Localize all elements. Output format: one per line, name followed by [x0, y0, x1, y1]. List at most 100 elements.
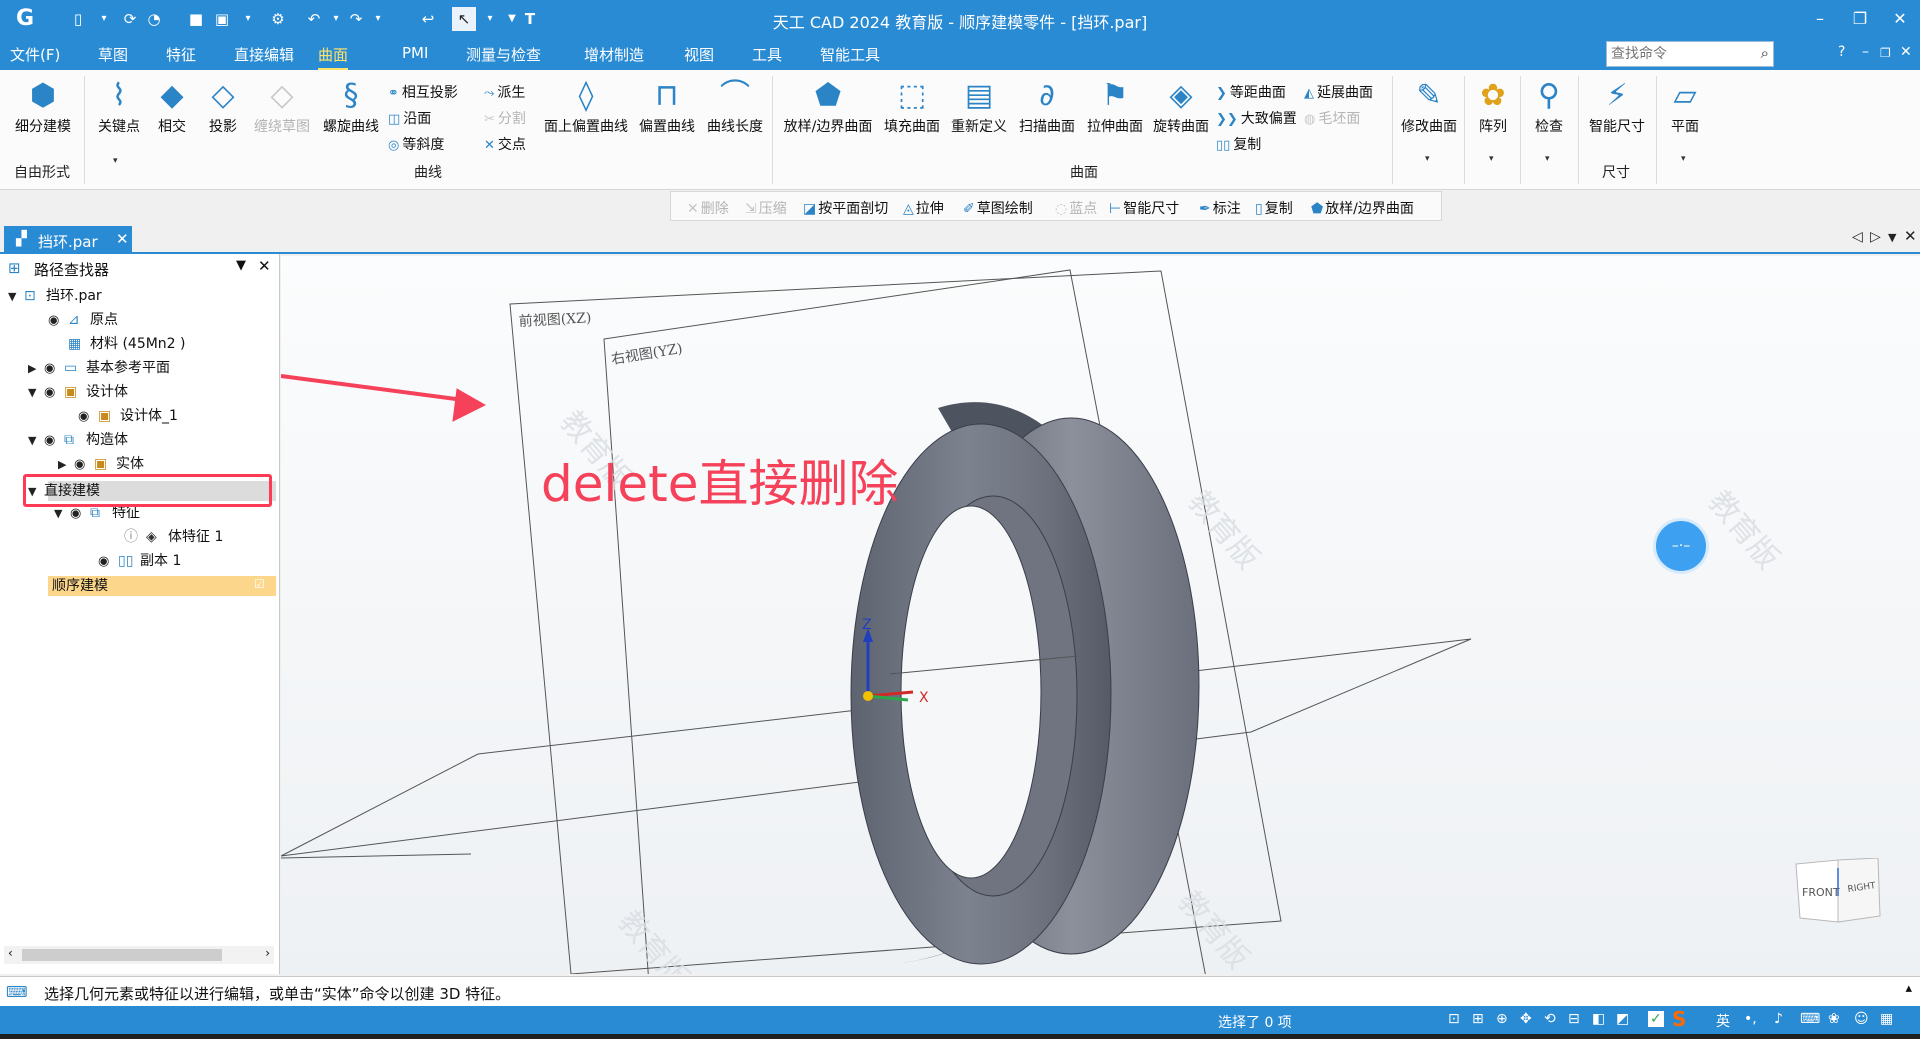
eye-icon[interactable]: ◉ — [78, 406, 98, 428]
close-icon[interactable]: ✕ — [1904, 227, 1917, 245]
chevron-down-icon[interactable]: ▾ — [1489, 154, 1494, 164]
tree-row-design-body[interactable]: ▼ ◉ ▣ 设计体 — [28, 381, 128, 403]
loft-command[interactable]: ⬟ 放样/边界曲面 — [1311, 198, 1414, 218]
intersection-point-button[interactable]: ✕ 交点 — [484, 134, 526, 154]
tree-row-root[interactable]: ▼ ⊡ 挡环.par — [8, 285, 102, 307]
menu-file[interactable]: 文件(F) — [10, 44, 60, 65]
doc-close-button[interactable]: ✕ — [1900, 44, 1912, 60]
smart-dim-command[interactable]: ⊢ 智能尺寸 — [1109, 198, 1179, 218]
view-orient-icon[interactable]: ⊟ — [1568, 1011, 1580, 1027]
menu-view[interactable]: 视图 — [684, 44, 714, 65]
zoom-icon[interactable]: ⊕ — [1496, 1011, 1508, 1027]
tree-row-body-feature[interactable]: ⓘ ◈ 体特征 1 — [124, 526, 223, 548]
eye-icon[interactable]: ◉ — [98, 551, 118, 573]
eye-icon[interactable]: ◉ — [48, 310, 68, 332]
eye-icon[interactable]: ◉ — [44, 358, 64, 380]
grid-icon[interactable]: ▦ — [1880, 1011, 1893, 1027]
close-icon[interactable]: ✕ — [258, 257, 271, 275]
curve-length-button[interactable]: ⌒ 曲线长度 — [702, 76, 768, 136]
keyboard-icon[interactable]: ⌨ — [1800, 1011, 1820, 1027]
doc-restore-button[interactable]: ❐ — [1880, 46, 1891, 60]
cube-front-label[interactable]: FRONT — [1802, 886, 1840, 899]
tree-row-ordered-modeling[interactable]: 顺序建模 — [52, 575, 108, 597]
tab-next-icon[interactable]: ▷ — [1870, 229, 1881, 245]
loft-bounded-button[interactable]: ⬟ 放样/边界曲面 — [778, 76, 878, 136]
copy-command[interactable]: ▯ 复制 — [1255, 198, 1293, 218]
pan-icon[interactable]: ✥ — [1520, 1011, 1532, 1027]
menu-pmi[interactable]: PMI — [402, 44, 428, 62]
prompt-expand-icon[interactable]: ▴ — [1905, 981, 1912, 996]
project-button[interactable]: ◇ 投影 — [200, 76, 246, 136]
sweep-surface-button[interactable]: ∂ 扫描曲面 — [1014, 76, 1080, 136]
isocline-button[interactable]: ◎ 等斜度 — [388, 134, 444, 154]
tree-row-solid[interactable]: ▶ ◉ ▣ 实体 — [58, 453, 144, 475]
plane-button[interactable]: ▱ 平面 — [1660, 76, 1710, 136]
menu-smart-tools[interactable]: 智能工具 — [820, 44, 880, 65]
chevron-down-icon[interactable]: ▾ — [1425, 154, 1430, 164]
expand-icon[interactable]: ▶ — [28, 358, 44, 380]
keypoint-curve-button[interactable]: ⌇ 关键点 — [88, 76, 150, 136]
menu-surface[interactable]: 曲面 — [318, 44, 349, 70]
derive-button[interactable]: ⤳ 派生 — [484, 82, 525, 102]
refine-modeling-button[interactable]: ⬢ 细分建模 — [6, 76, 80, 136]
wrap-sketch-button[interactable]: ◇ 缠绕草图 — [250, 76, 314, 136]
zoom-fit-icon[interactable]: ⊡ — [1448, 1011, 1460, 1027]
punctuation-icon[interactable]: •, — [1744, 1011, 1757, 1027]
display-style-icon[interactable]: ◧ — [1592, 1011, 1605, 1027]
ribbon-minimize-button[interactable]: – — [1862, 44, 1869, 60]
rough-offset-button[interactable]: ❯❯ 大致偏置 — [1216, 108, 1297, 128]
menu-additive[interactable]: 增材制造 — [584, 44, 644, 65]
eye-icon[interactable]: ◉ — [44, 382, 64, 404]
tab-prev-icon[interactable]: ◁ — [1852, 229, 1863, 245]
extrude-command[interactable]: ◬ 拉伸 — [903, 198, 944, 218]
offset-curve-button[interactable]: ⊓ 偏置曲线 — [634, 76, 700, 136]
sketch-command[interactable]: ✐ 草图绘制 — [963, 198, 1033, 218]
close-tab-icon[interactable]: ✕ — [116, 230, 129, 248]
close-button[interactable]: ✕ — [1880, 5, 1920, 33]
helix-curve-button[interactable]: § 螺旋曲线 — [318, 76, 384, 136]
search-input[interactable] — [1609, 44, 1749, 64]
compress-command[interactable]: ⇲ 压缩 — [745, 198, 787, 218]
document-tab[interactable]: ▞ 挡环.par ✕ — [4, 226, 132, 254]
tree-row-material[interactable]: ▦ 材料 (45Mn2 ) — [68, 333, 186, 355]
tree-row-design-body-1[interactable]: ◉ ▣ 设计体_1 — [78, 405, 178, 427]
chat-icon[interactable]: ☺ — [1854, 1011, 1869, 1027]
expand-icon[interactable]: ▶ — [58, 454, 74, 476]
ordered-check-icon[interactable]: ☑ — [254, 577, 265, 591]
collapse-icon[interactable]: ▼ — [28, 382, 44, 404]
annotate-command[interactable]: ✒ 标注 — [1199, 198, 1241, 218]
redefine-button[interactable]: ▤ 重新定义 — [946, 76, 1012, 136]
tree-row-origin[interactable]: ◉ ⊿ 原点 — [48, 309, 118, 331]
equidistant-surface-button[interactable]: ❯ 等距曲面 — [1216, 82, 1286, 102]
view-cube[interactable]: FRONT RIGHT — [1794, 858, 1882, 926]
fill-surface-button[interactable]: ⬚ 填充曲面 — [880, 76, 944, 136]
rotate-view-icon[interactable]: ⟲ — [1544, 1011, 1556, 1027]
copy-surface-button[interactable]: ▯▯ 复制 — [1216, 134, 1261, 154]
ime-logo-icon[interactable]: S — [1672, 1007, 1686, 1031]
menu-feature[interactable]: 特征 — [166, 44, 196, 65]
scroll-left-icon[interactable]: ‹ — [8, 946, 13, 960]
3d-viewport[interactable]: 前视图(XZ) 右视图(YZ) Z X 教育版 教育版 教育版 教育版 教育版 … — [281, 256, 1920, 974]
scroll-right-icon[interactable]: › — [265, 946, 270, 960]
modify-surface-button[interactable]: ✎ 修改曲面 — [1396, 76, 1462, 136]
delete-command[interactable]: ✕ 删除 — [687, 198, 729, 218]
menu-sketch[interactable]: 草图 — [98, 44, 128, 65]
eye-icon[interactable]: ◉ — [44, 430, 64, 452]
along-face-button[interactable]: ◫ 沿面 — [388, 108, 431, 128]
blue-point-command[interactable]: ◌ 蓝点 — [1055, 198, 1097, 218]
view-rotate-button[interactable]: –·– — [1653, 518, 1709, 574]
eye-icon[interactable]: ◉ — [74, 454, 94, 476]
collapse-icon[interactable]: ▼ — [28, 430, 44, 452]
offset-on-face-button[interactable]: ◊ 面上偏置曲线 — [540, 76, 632, 136]
ime-language[interactable]: 英 — [1716, 1011, 1730, 1031]
skin-icon[interactable]: ❀ — [1828, 1011, 1840, 1027]
collapse-icon[interactable]: ▼ — [8, 286, 24, 308]
mutual-project-button[interactable]: ⚭ 相互投影 — [388, 82, 458, 102]
panel-menu-icon[interactable]: ▼ — [236, 258, 246, 273]
menu-direct-edit[interactable]: 直接编辑 — [234, 44, 294, 65]
status-check-icon[interactable]: ✓ — [1648, 1011, 1664, 1027]
microphone-icon[interactable]: ♪ — [1774, 1011, 1783, 1027]
horizontal-scrollbar[interactable]: ‹ › — [4, 946, 274, 964]
chevron-down-icon[interactable]: ▾ — [113, 156, 118, 166]
view-style-icon[interactable]: ◩ — [1616, 1011, 1629, 1027]
